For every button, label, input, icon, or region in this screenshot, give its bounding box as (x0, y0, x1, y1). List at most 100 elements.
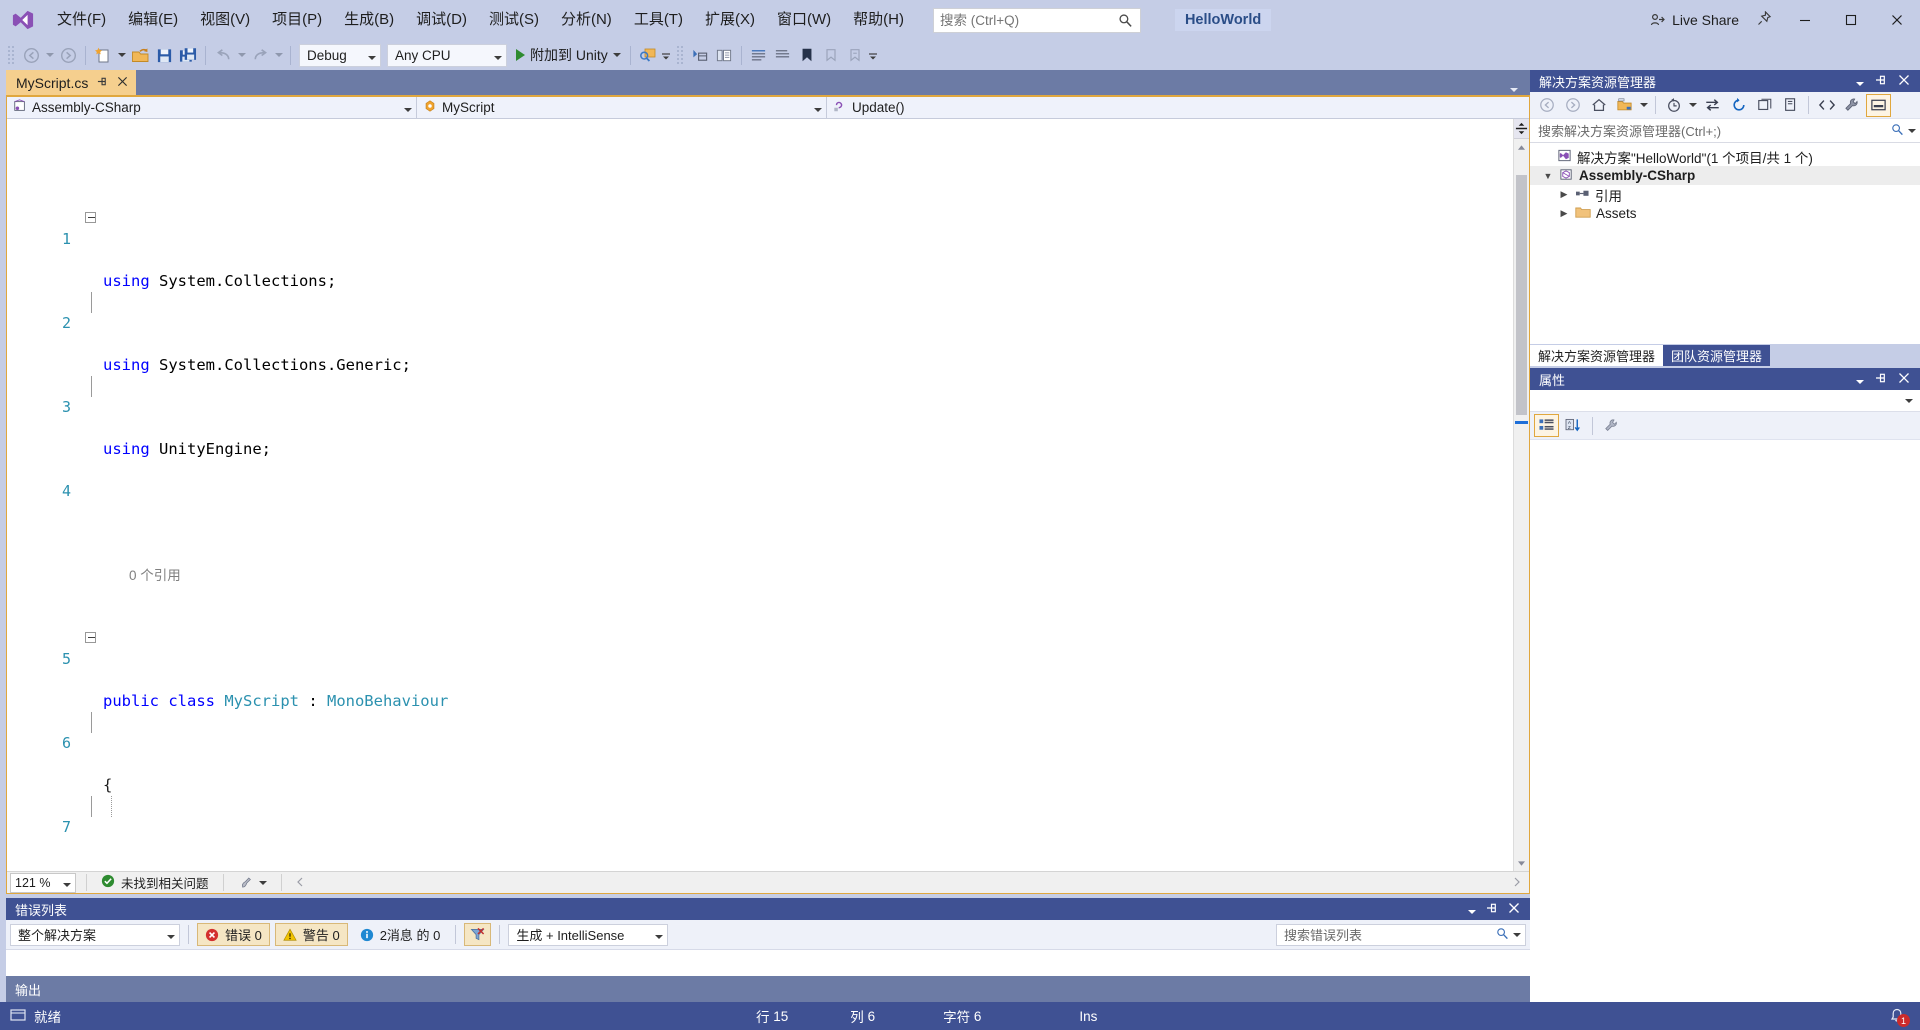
bookmark-icon[interactable] (795, 43, 819, 67)
error-list-pin-icon[interactable] (1486, 902, 1498, 917)
editor-vertical-scrollbar[interactable] (1513, 119, 1529, 871)
issues-status[interactable]: 未找到相关问题 (97, 873, 213, 892)
se-back-icon[interactable] (1534, 94, 1559, 117)
solution-platform-combo[interactable]: Any CPU (387, 43, 507, 67)
pin-window-icon[interactable] (1747, 7, 1782, 33)
se-refresh-icon[interactable] (1726, 94, 1751, 117)
menu-edit[interactable]: 编辑(E) (117, 6, 189, 34)
navigate-backward-icon[interactable] (19, 43, 43, 67)
codelens-reference-class[interactable]: 0 个引用 (7, 544, 1513, 583)
redo-dropdown-icon[interactable] (272, 43, 285, 67)
new-project-icon[interactable] (91, 43, 115, 67)
tree-arrow-3[interactable]: ▶ (1558, 208, 1570, 219)
error-scope-combo[interactable]: 整个解决方案 (10, 923, 180, 946)
se-sync-with-active-doc-icon[interactable] (1700, 94, 1725, 117)
minimize-button[interactable] (1782, 0, 1828, 40)
undo-dropdown-icon[interactable] (235, 43, 248, 67)
scroll-down-arrow-icon[interactable] (1514, 855, 1529, 871)
error-list-dropdown-icon[interactable] (1468, 902, 1476, 917)
outline-collapse-icon-class[interactable] (85, 632, 96, 643)
se-pending-changes-icon[interactable] (1661, 94, 1686, 117)
build-intellisense-combo[interactable]: 生成 + IntelliSense (508, 923, 669, 946)
navbar-project-dropdown[interactable]: Assembly-CSharp (7, 97, 417, 118)
menu-project[interactable]: 项目(P) (261, 6, 333, 34)
tree-item-assembly-csharp[interactable]: ▼ Assembly-CSharp (1530, 166, 1920, 185)
prop-pin-icon[interactable] (1875, 372, 1887, 387)
menu-file[interactable]: 文件(F) (46, 6, 117, 34)
alphabetical-view-icon[interactable]: AZ (1561, 414, 1586, 437)
split-view-handle[interactable] (1514, 119, 1529, 139)
toolbar-grip[interactable] (7, 45, 16, 65)
zoom-level-combo[interactable]: 121 % (10, 872, 76, 893)
menu-extensions[interactable]: 扩展(X) (694, 6, 766, 34)
navbar-member-dropdown[interactable]: Update() (827, 97, 1529, 118)
close-button[interactable] (1874, 0, 1920, 40)
se-close-icon[interactable] (1898, 74, 1910, 89)
open-file-icon[interactable] (128, 43, 152, 67)
text-editor-area[interactable]: 1 using System.Collections; 2 using Syst… (7, 119, 1529, 871)
code-surface[interactable]: 1 using System.Collections; 2 using Syst… (7, 119, 1513, 871)
quick-launch-search[interactable] (932, 7, 1141, 33)
categorized-view-icon[interactable] (1534, 414, 1559, 437)
intellitrace-dropdown-icon[interactable] (660, 43, 673, 67)
step-over-icon[interactable] (712, 43, 736, 67)
navbar-type-dropdown[interactable]: MyScript (417, 97, 827, 118)
next-bookmark-icon[interactable] (843, 43, 867, 67)
se-search-options-dropdown-icon[interactable] (1908, 128, 1916, 133)
properties-object-combo[interactable] (1530, 390, 1920, 412)
search-input[interactable] (939, 12, 1134, 28)
tab-team-explorer[interactable]: 团队资源管理器 (1663, 345, 1771, 366)
se-pin-icon[interactable] (1875, 74, 1887, 89)
solution-configuration-combo[interactable]: Debug (299, 43, 381, 67)
tree-item-solution[interactable]: 解决方案"HelloWorld"(1 个项目/共 1 个) (1530, 147, 1920, 166)
navigate-forward-icon[interactable] (56, 43, 80, 67)
hscroll-right-arrow-icon[interactable] (1513, 876, 1529, 890)
tab-close-icon[interactable] (117, 75, 128, 90)
maximize-button[interactable] (1828, 0, 1874, 40)
notifications-button[interactable]: 1 (1884, 1005, 1910, 1027)
menu-window[interactable]: 窗口(W) (766, 6, 842, 34)
tree-item-assets[interactable]: ▶ Assets (1530, 204, 1920, 223)
scrollbar-thumb[interactable] (1516, 175, 1527, 415)
undo-icon[interactable] (211, 43, 235, 67)
tab-solution-explorer[interactable]: 解决方案资源管理器 (1530, 345, 1664, 366)
comment-selection-icon[interactable] (747, 43, 771, 67)
se-show-all-files-dropdown-icon[interactable] (1638, 94, 1650, 117)
se-home-icon[interactable] (1586, 94, 1611, 117)
prop-close-icon[interactable] (1898, 372, 1910, 387)
live-share-button[interactable]: Live Share (1642, 8, 1747, 32)
intellitrace-icon[interactable] (636, 43, 660, 67)
property-pages-icon[interactable] (1599, 414, 1624, 437)
warnings-filter-button[interactable]: 警告 0 (274, 923, 348, 946)
outline-collapse-icon-using[interactable] (85, 212, 96, 223)
errors-filter-button[interactable]: 错误 0 (197, 923, 270, 946)
tree-item-references[interactable]: ▶ 引用 (1530, 185, 1920, 204)
step-into-icon[interactable] (688, 43, 712, 67)
se-properties-window-icon[interactable] (1778, 94, 1803, 117)
menu-build[interactable]: 生成(B) (333, 6, 405, 34)
menu-test[interactable]: 测试(S) (478, 6, 550, 34)
redo-icon[interactable] (248, 43, 272, 67)
code-cleanup-dropdown-icon[interactable] (258, 880, 267, 885)
prop-dropdown-icon[interactable] (1856, 372, 1864, 387)
code-cleanup-button[interactable] (234, 875, 271, 890)
hscroll-left-arrow-icon[interactable] (296, 876, 304, 890)
se-pending-dropdown-icon[interactable] (1687, 94, 1699, 117)
se-view-code-icon[interactable] (1814, 94, 1839, 117)
insert-mode-indicator[interactable]: Ins (1079, 1009, 1097, 1024)
search-options-dropdown-icon[interactable] (1513, 932, 1521, 937)
menu-debug[interactable]: 调试(D) (405, 6, 478, 34)
tab-pin-icon[interactable] (97, 75, 108, 90)
se-tools-icon[interactable] (1840, 94, 1865, 117)
tree-arrow-2[interactable]: ▶ (1558, 189, 1570, 200)
clear-filters-button[interactable] (464, 923, 492, 946)
se-show-all-files-icon[interactable] (1612, 94, 1637, 117)
uncomment-selection-icon[interactable] (771, 43, 795, 67)
menu-view[interactable]: 视图(V) (189, 6, 261, 34)
attach-to-unity-button[interactable]: 附加到 Unity (510, 43, 625, 67)
se-forward-icon[interactable] (1560, 94, 1585, 117)
se-collapse-all-icon[interactable] (1752, 94, 1777, 117)
solution-tree[interactable]: 解决方案"HelloWorld"(1 个项目/共 1 个) ▼ Assembly… (1530, 143, 1920, 344)
tab-myscript-cs[interactable]: MyScript.cs (6, 70, 137, 95)
messages-filter-button[interactable]: 2消息 的 0 (353, 923, 448, 946)
